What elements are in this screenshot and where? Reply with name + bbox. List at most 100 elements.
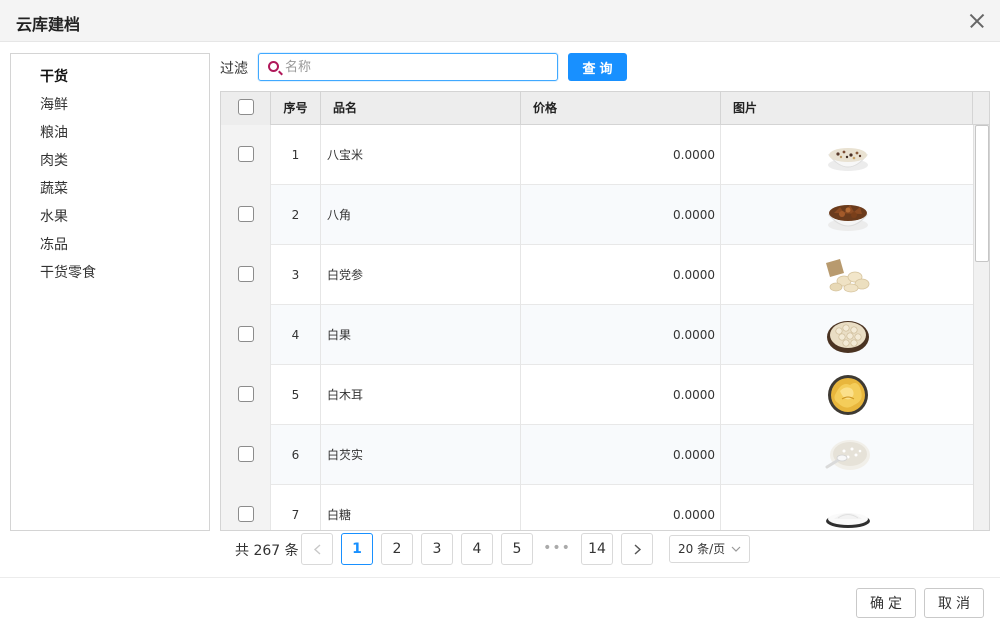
row-select-cell bbox=[221, 365, 271, 425]
filter-label: 过滤 bbox=[220, 61, 248, 77]
page-button-1[interactable]: 1 bbox=[341, 533, 373, 565]
prev-page-button[interactable] bbox=[301, 533, 333, 565]
row-select-cell bbox=[221, 485, 271, 530]
row-image-cell bbox=[721, 425, 973, 485]
table-row[interactable]: 3 白党参 0.0000 bbox=[221, 245, 973, 305]
page-button-5[interactable]: 5 bbox=[501, 533, 533, 565]
row-price: 0.0000 bbox=[521, 485, 721, 530]
row-image-cell bbox=[721, 485, 973, 530]
row-image-cell bbox=[721, 245, 973, 305]
row-image-cell bbox=[721, 125, 973, 185]
row-seq: 7 bbox=[271, 485, 321, 530]
dialog-titlebar: 云库建档 bbox=[0, 0, 1000, 42]
row-seq: 1 bbox=[271, 125, 321, 185]
row-checkbox[interactable] bbox=[237, 446, 254, 462]
row-checkbox[interactable] bbox=[237, 146, 254, 162]
page-size-select[interactable]: 20 条/页 bbox=[669, 535, 750, 563]
select-all-checkbox[interactable] bbox=[237, 99, 254, 115]
row-seq: 6 bbox=[271, 425, 321, 485]
confirm-button[interactable]: 确定 bbox=[856, 588, 916, 618]
table-row[interactable]: 1 八宝米 0.0000 bbox=[221, 125, 973, 185]
row-price: 0.0000 bbox=[521, 125, 721, 185]
row-price: 0.0000 bbox=[521, 245, 721, 305]
category-item[interactable]: 海鲜 bbox=[40, 94, 68, 114]
row-image-cell bbox=[721, 185, 973, 245]
category-list: 干货 海鲜 粮油 肉类 蔬菜 水果 冻品 干货零食 bbox=[10, 53, 210, 531]
table-row[interactable]: 2 八角 0.0000 bbox=[221, 185, 973, 245]
row-checkbox[interactable] bbox=[237, 266, 254, 282]
search-icon bbox=[268, 61, 279, 72]
dialog-footer: 确定 取消 bbox=[0, 577, 1000, 627]
page-ellipsis[interactable]: ••• bbox=[541, 533, 573, 565]
dangshen-root-slices-image bbox=[826, 259, 870, 293]
header-select-all bbox=[221, 92, 271, 125]
row-seq: 3 bbox=[271, 245, 321, 305]
page-size-value: 20 条/页 bbox=[678, 542, 726, 556]
row-seq: 2 bbox=[271, 185, 321, 245]
row-name: 白党参 bbox=[321, 245, 521, 305]
page-button-4[interactable]: 4 bbox=[461, 533, 493, 565]
row-name: 白芡实 bbox=[321, 425, 521, 485]
row-seq: 4 bbox=[271, 305, 321, 365]
row-price: 0.0000 bbox=[521, 365, 721, 425]
mixed-grain-rice-bowl-image bbox=[827, 148, 869, 171]
category-item[interactable]: 肉类 bbox=[40, 150, 68, 170]
header-price: 价格 bbox=[521, 92, 721, 125]
category-item[interactable]: 干货零食 bbox=[40, 262, 96, 282]
chevron-left-icon bbox=[313, 544, 321, 555]
table-body: 1 八宝米 0.0000 2 八角 0.0000 3 白党参 0.0000 4 … bbox=[221, 125, 973, 530]
white-fungus-bowl-image bbox=[828, 375, 868, 415]
query-button[interactable]: 查询 bbox=[568, 53, 627, 81]
category-item[interactable]: 水果 bbox=[40, 206, 68, 226]
row-checkbox[interactable] bbox=[237, 206, 254, 222]
search-box bbox=[258, 53, 558, 81]
row-select-cell bbox=[221, 245, 271, 305]
row-image-cell bbox=[721, 365, 973, 425]
chevron-down-icon bbox=[731, 546, 741, 552]
chevron-right-icon bbox=[634, 544, 642, 555]
page-button-3[interactable]: 3 bbox=[421, 533, 453, 565]
table-row[interactable]: 5 白木耳 0.0000 bbox=[221, 365, 973, 425]
row-name: 八角 bbox=[321, 185, 521, 245]
row-price: 0.0000 bbox=[521, 425, 721, 485]
table-row[interactable]: 7 白糖 0.0000 bbox=[221, 485, 973, 530]
row-select-cell bbox=[221, 125, 271, 185]
page-button-last[interactable]: 14 bbox=[581, 533, 613, 565]
table-scrollbar[interactable] bbox=[973, 125, 989, 530]
next-page-button[interactable] bbox=[621, 533, 653, 565]
row-select-cell bbox=[221, 305, 271, 365]
row-select-cell bbox=[221, 425, 271, 485]
scrollbar-thumb[interactable] bbox=[975, 125, 989, 262]
row-image-cell bbox=[721, 305, 973, 365]
category-item[interactable]: 干货 bbox=[40, 66, 68, 86]
cancel-button[interactable]: 取消 bbox=[924, 588, 984, 618]
row-checkbox[interactable] bbox=[237, 506, 254, 522]
category-item[interactable]: 粮油 bbox=[40, 122, 68, 142]
row-name: 八宝米 bbox=[321, 125, 521, 185]
star-anise-bowl-image bbox=[827, 205, 869, 231]
header-image: 图片 bbox=[721, 92, 973, 125]
row-checkbox[interactable] bbox=[237, 326, 254, 342]
fox-nut-spoon-image bbox=[825, 440, 870, 470]
row-checkbox[interactable] bbox=[237, 386, 254, 402]
row-name: 白果 bbox=[321, 305, 521, 365]
category-item[interactable]: 蔬菜 bbox=[40, 178, 68, 198]
dialog-title: 云库建档 bbox=[16, 15, 81, 34]
row-seq: 5 bbox=[271, 365, 321, 425]
header-seq: 序号 bbox=[271, 92, 321, 125]
search-input[interactable] bbox=[285, 57, 550, 77]
table-row[interactable]: 4 白果 0.0000 bbox=[221, 305, 973, 365]
table-header: 序号 品名 价格 图片 bbox=[221, 92, 989, 125]
product-table: 序号 品名 价格 图片 1 八宝米 0.0000 2 八角 0.0000 3 白… bbox=[220, 91, 990, 531]
total-count: 共 267 条 bbox=[235, 543, 299, 559]
category-item[interactable]: 冻品 bbox=[40, 234, 68, 254]
cloud-archive-dialog: 云库建档 干货 海鲜 粮油 肉类 蔬菜 水果 冻品 干货零食 过滤 查询 序号 … bbox=[0, 0, 1000, 627]
row-select-cell bbox=[221, 185, 271, 245]
table-row[interactable]: 6 白芡实 0.0000 bbox=[221, 425, 973, 485]
row-price: 0.0000 bbox=[521, 185, 721, 245]
header-name: 品名 bbox=[321, 92, 521, 125]
ginkgo-nut-bowl-image bbox=[827, 321, 869, 353]
page-button-2[interactable]: 2 bbox=[381, 533, 413, 565]
row-name: 白木耳 bbox=[321, 365, 521, 425]
close-icon[interactable] bbox=[966, 10, 988, 32]
